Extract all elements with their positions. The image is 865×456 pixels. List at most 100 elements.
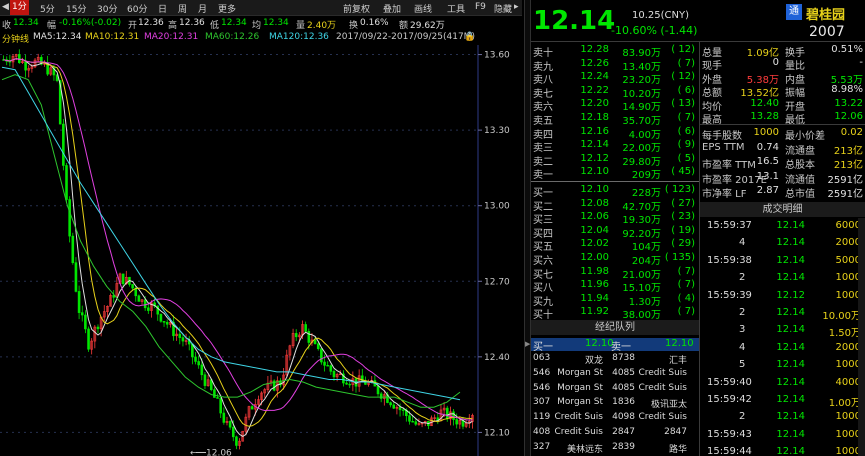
bid-price: 11.96 <box>580 279 609 291</box>
tick-time: 2 <box>739 307 746 318</box>
bid-price: 12.06 <box>580 211 609 223</box>
bid-row[interactable]: 买一 12.10 228万( 123) <box>531 184 699 199</box>
candle-body <box>162 321 166 323</box>
candle-body <box>216 397 219 399</box>
indicator-title[interactable]: 分钟线 <box>2 32 29 45</box>
candle-body <box>181 337 185 342</box>
tick-time: 5 <box>739 359 746 371</box>
ask-row[interactable]: 卖八 12.24 23.20万( 12) <box>531 71 699 86</box>
tab-30min[interactable]: 30分 <box>97 2 117 15</box>
y-tick-label: 13.00 <box>484 202 510 212</box>
fundamental-label: 市盈率 TTM <box>702 160 756 171</box>
bid-row[interactable]: 买九 11.94 1.30万( 4) <box>531 293 699 308</box>
candle-body <box>408 415 411 422</box>
tick-price: 12.14 <box>776 254 805 266</box>
broker-name-ask: 路华 <box>668 444 687 455</box>
stat-row: 总额 13.52亿 振幅 8.98% <box>699 84 865 99</box>
back-arrow-icon[interactable]: ◀ <box>2 2 9 12</box>
ask-row[interactable]: 卖六 12.20 14.90万( 13) <box>531 98 699 113</box>
tab-5min[interactable]: 5分 <box>40 2 55 15</box>
broker-id: 546 <box>533 382 551 393</box>
tab-more[interactable]: 更多 <box>218 2 236 15</box>
broker-row[interactable]: 327 美林远东 2839 路华 <box>531 441 699 456</box>
ticks-scrollbar[interactable] <box>858 218 865 456</box>
candle-body <box>326 365 329 367</box>
candle-body <box>398 407 402 411</box>
tick-price: 12.14 <box>776 394 805 405</box>
broker-number: 4085 <box>612 382 635 393</box>
lock-icon[interactable]: 🔒 <box>464 32 475 42</box>
tab-15min[interactable]: 15分 <box>66 2 86 15</box>
broker-row[interactable]: 546 Morgan St 4085 Credit Suis <box>531 367 699 382</box>
period-menubar: ◀ 1分 5分 15分 30分 60分 日 周 月 更多 前复权 叠加 画线 工… <box>0 0 522 16</box>
bid-row[interactable]: 买十 11.92 38.00万( 7) <box>531 306 699 321</box>
bid-count: ( 23) <box>671 211 695 223</box>
bid-row[interactable]: 买三 12.06 19.30万( 23) <box>531 211 699 226</box>
broker-number: 1836 <box>612 397 635 408</box>
stat-row: 最高 13.28 最低 12.06 <box>699 111 865 126</box>
hide-button[interactable]: 隐藏 <box>494 2 512 15</box>
candle-body <box>18 54 21 63</box>
broker-row[interactable]: 063 双龙 8738 汇丰 <box>531 352 699 367</box>
broker-row[interactable]: 408 Credit Suis 2847 2847 <box>531 426 699 441</box>
tab-month[interactable]: 月 <box>198 2 207 15</box>
candle-body <box>77 291 81 313</box>
tab-day[interactable]: 日 <box>158 2 167 15</box>
stock-name[interactable]: 碧桂园 <box>806 4 845 23</box>
trade-tick-row: 4 12.14 2000 <box>699 340 865 358</box>
ask-row[interactable]: 卖一 12.10 209万 ( 45) <box>531 166 699 182</box>
tick-time: 2 <box>739 272 746 284</box>
tick-price: 12.14 <box>776 376 805 388</box>
candle-body <box>392 404 396 409</box>
ask-row[interactable]: 卖四 12.16 4.00万( 6) <box>531 126 699 141</box>
collapse-arrow-icon[interactable]: ▶ <box>525 340 530 348</box>
stat-row: 总量 1.09亿 换手 0.51% <box>699 44 865 59</box>
avg-label: 均 <box>252 21 262 31</box>
ask-row[interactable]: 卖三 12.14 22.00万( 9) <box>531 139 699 154</box>
turnover-label: 换 <box>349 21 359 31</box>
fundamental-row: 市盈率 TTM 16.5 总股本 213亿 <box>699 156 865 171</box>
tools-menu[interactable]: 工具 <box>447 2 465 15</box>
ma60-legend: MA60:12.26 <box>205 32 260 42</box>
volume-value: 2.40万 <box>307 21 337 31</box>
trade-ticks-title[interactable]: 成交明细 <box>700 202 865 217</box>
tick-price: 12.14 <box>776 428 805 440</box>
broker-row[interactable]: 546 Morgan St 4085 Credit Suis <box>531 382 699 397</box>
ask-row[interactable]: 卖九 12.26 13.40万( 7) <box>531 57 699 73</box>
bid-row[interactable]: 买六 12.00 204万( 135) <box>531 252 699 267</box>
candle-body <box>137 295 141 302</box>
broker-row[interactable]: 119 Credit Suis 4098 Credit Suis <box>531 411 699 426</box>
candlestick-chart[interactable]: 13.60 13.30 13.00 12.70 12.40 12.10 ← 12.06 <box>0 45 522 456</box>
tab-1min[interactable]: 1分 <box>10 0 29 15</box>
panel-splitter[interactable]: ▶ <box>524 0 531 456</box>
ask-row[interactable]: 卖二 12.12 29.80万( 5) <box>531 153 699 168</box>
broker-row[interactable]: 307 Morgan St 1836 极讯亚太 <box>531 396 699 411</box>
f9-button[interactable]: F9 <box>475 2 486 12</box>
tab-60min[interactable]: 60分 <box>127 2 147 15</box>
broker-queue-title[interactable]: 经纪队列 <box>531 320 699 335</box>
ask-row[interactable]: 卖五 12.18 35.70万( 7) <box>531 112 699 127</box>
bid-row[interactable]: 买七 11.98 21.00万( 7) <box>531 266 699 281</box>
ask-row[interactable]: 卖十 12.28 83.90万( 12) <box>531 44 699 59</box>
bid-row[interactable]: 买八 11.96 15.10万( 7) <box>531 279 699 294</box>
ask-volume: 209万 <box>631 170 661 182</box>
ask-row[interactable]: 卖七 12.22 10.20万( 6) <box>531 85 699 100</box>
expand-icon[interactable]: ▸ <box>514 2 519 12</box>
fundamental-label: EPS TTM <box>702 141 745 153</box>
tick-time: 15:59:37 <box>707 220 752 231</box>
fundamental-label: 总股本 <box>785 160 815 171</box>
quote-panel: 12.14 10.25(CNY) -10.60% (-1.44) 通 碧桂园 2… <box>531 0 865 456</box>
adjust-menu[interactable]: 前复权 <box>343 2 370 15</box>
bid-row[interactable]: 买五 12.02 104万( 29) <box>531 238 699 253</box>
bid-row[interactable]: 买二 12.08 42.70万( 27) <box>531 198 699 213</box>
tick-time: 2 <box>739 411 746 423</box>
broker-number: 2839 <box>612 441 635 452</box>
bid-row[interactable]: 买四 12.04 92.20万( 19) <box>531 225 699 240</box>
high-value: 12.36 <box>179 18 205 28</box>
tab-week[interactable]: 周 <box>178 2 187 15</box>
quote-date: 10.25(CNY) <box>632 10 690 21</box>
draw-menu[interactable]: 画线 <box>414 2 432 15</box>
overlay-menu[interactable]: 叠加 <box>383 2 401 15</box>
ask-count: ( 7) <box>677 57 695 69</box>
tick-time: 15:59:43 <box>707 428 752 440</box>
